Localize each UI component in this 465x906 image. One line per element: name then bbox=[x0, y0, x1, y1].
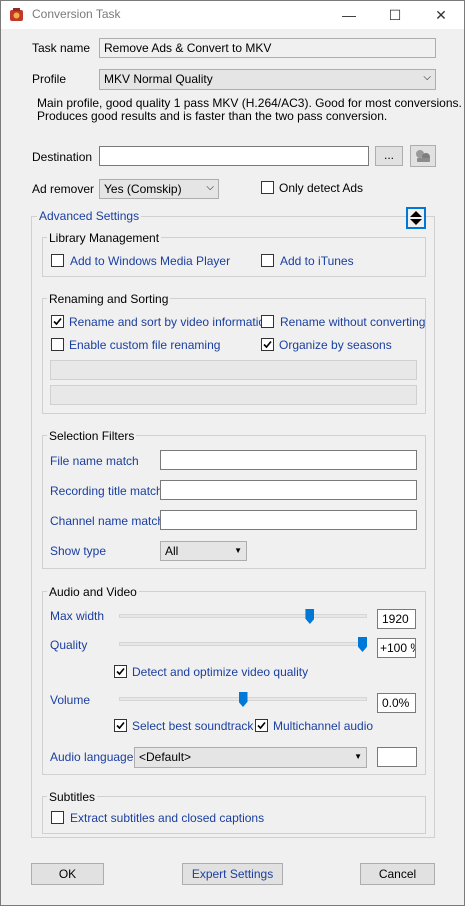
ad-remover-value: Yes (Comskip) bbox=[104, 182, 182, 196]
maximize-icon: ☐ bbox=[388, 7, 402, 23]
chevron-down-icon: ⌵ bbox=[206, 182, 214, 193]
organize-seasons-label: Organize by seasons bbox=[279, 338, 392, 352]
triangle-down-icon: ▼ bbox=[234, 546, 242, 555]
volume-value-field[interactable]: 0.0% bbox=[377, 693, 416, 713]
audio-language-label: Audio language bbox=[50, 750, 134, 764]
extract-subtitles-checkbox[interactable] bbox=[51, 811, 64, 824]
detect-optimize-label: Detect and optimize video quality bbox=[132, 665, 309, 679]
maximize-button[interactable]: ☐ bbox=[372, 1, 418, 29]
window-title: Conversion Task bbox=[32, 7, 121, 21]
profile-description-line1: Main profile, good quality 1 pass MKV (H… bbox=[37, 96, 462, 110]
custom-renaming-label: Enable custom file renaming bbox=[69, 338, 221, 352]
only-detect-ads-checkbox[interactable] bbox=[261, 181, 274, 194]
best-soundtrack-checkbox[interactable] bbox=[114, 719, 127, 732]
volume-label: Volume bbox=[50, 693, 91, 707]
ad-remover-label: Ad remover bbox=[32, 182, 95, 196]
destination-input[interactable] bbox=[99, 146, 369, 166]
checkmark-icon bbox=[53, 317, 62, 326]
close-button[interactable]: ✕ bbox=[418, 1, 464, 29]
triangle-down-icon: ▼ bbox=[354, 752, 362, 761]
task-name-field[interactable]: Remove Ads & Convert to MKV bbox=[99, 38, 436, 58]
add-itunes-label: Add to iTunes bbox=[280, 254, 354, 268]
rename-without-converting-label: Rename without converting bbox=[280, 315, 426, 329]
audio-language-code-field[interactable] bbox=[377, 747, 417, 767]
quality-label: Quality bbox=[50, 638, 88, 652]
detect-optimize-checkbox[interactable] bbox=[114, 665, 127, 678]
show-type-dropdown[interactable]: All ▼ bbox=[160, 541, 247, 561]
show-type-value: All bbox=[165, 544, 179, 558]
chevron-down-icon: ⌵ bbox=[423, 72, 431, 83]
checkmark-icon bbox=[116, 667, 125, 676]
profile-dropdown[interactable]: MKV Normal Quality ⌵ bbox=[99, 69, 436, 90]
advanced-settings-title: Advanced Settings bbox=[37, 209, 142, 223]
network-browse-button[interactable] bbox=[410, 145, 436, 167]
checkmark-icon bbox=[116, 721, 125, 730]
selection-filters-title: Selection Filters bbox=[47, 429, 137, 443]
audio-language-value: <Default> bbox=[139, 750, 192, 764]
minimize-icon: — bbox=[342, 7, 356, 23]
extract-subtitles-label: Extract subtitles and closed captions bbox=[70, 811, 265, 825]
add-wmp-label: Add to Windows Media Player bbox=[70, 254, 231, 268]
ad-remover-dropdown[interactable]: Yes (Comskip) ⌵ bbox=[99, 179, 219, 199]
recording-title-match-label: Recording title match bbox=[50, 484, 163, 498]
custom-rename-pattern-field-2[interactable] bbox=[50, 385, 417, 405]
quality-slider-track[interactable] bbox=[119, 642, 367, 646]
profile-label: Profile bbox=[32, 72, 67, 86]
close-icon: ✕ bbox=[435, 7, 447, 23]
profile-value: MKV Normal Quality bbox=[104, 72, 213, 86]
multichannel-audio-checkbox[interactable] bbox=[255, 719, 268, 732]
checkmark-icon bbox=[257, 721, 266, 730]
library-management-title: Library Management bbox=[47, 231, 162, 245]
checkmark-icon bbox=[263, 340, 272, 349]
max-width-value-field[interactable]: 1920 bbox=[377, 609, 416, 629]
app-icon bbox=[10, 8, 23, 21]
rename-sort-checkbox[interactable] bbox=[51, 315, 64, 328]
conversion-task-window: Conversion Task — ☐ ✕ Task name Remove A… bbox=[0, 0, 465, 906]
audio-language-dropdown[interactable]: <Default> ▼ bbox=[134, 747, 367, 768]
add-wmp-checkbox[interactable] bbox=[51, 254, 64, 267]
subtitles-title: Subtitles bbox=[47, 790, 98, 804]
rename-sort-label: Rename and sort by video information bbox=[69, 315, 272, 329]
destination-label: Destination bbox=[32, 150, 93, 164]
custom-rename-pattern-field[interactable] bbox=[50, 360, 417, 380]
cancel-button[interactable]: Cancel bbox=[360, 863, 435, 885]
renaming-sorting-title: Renaming and Sorting bbox=[47, 292, 171, 306]
file-name-match-input[interactable] bbox=[160, 450, 417, 470]
collapse-toggle-button[interactable] bbox=[406, 207, 426, 229]
max-width-slider-track[interactable] bbox=[119, 614, 367, 618]
recording-title-match-input[interactable] bbox=[160, 480, 417, 500]
browse-button[interactable]: ... bbox=[375, 146, 403, 166]
add-itunes-checkbox[interactable] bbox=[261, 254, 274, 267]
minimize-button[interactable]: — bbox=[326, 1, 372, 29]
rename-without-converting-checkbox[interactable] bbox=[261, 315, 274, 328]
task-name-label: Task name bbox=[32, 41, 91, 55]
ok-button[interactable]: OK bbox=[31, 863, 104, 885]
title-bar[interactable]: Conversion Task — ☐ ✕ bbox=[1, 1, 464, 29]
only-detect-ads-label: Only detect Ads bbox=[279, 181, 364, 195]
profile-description-line2: Produces good results and is faster than… bbox=[37, 109, 388, 123]
expert-settings-button[interactable]: Expert Settings bbox=[182, 863, 283, 885]
max-width-label: Max width bbox=[50, 609, 105, 623]
multichannel-audio-label: Multichannel audio bbox=[273, 719, 374, 733]
channel-name-match-input[interactable] bbox=[160, 510, 417, 530]
audio-video-title: Audio and Video bbox=[47, 585, 139, 599]
collapse-expand-icon bbox=[410, 211, 422, 225]
show-type-label: Show type bbox=[50, 544, 107, 558]
channel-name-match-label: Channel name match bbox=[50, 514, 165, 528]
network-folder-icon bbox=[416, 150, 430, 162]
file-name-match-label: File name match bbox=[50, 454, 139, 468]
custom-renaming-checkbox[interactable] bbox=[51, 338, 64, 351]
organize-seasons-checkbox[interactable] bbox=[261, 338, 274, 351]
best-soundtrack-label: Select best soundtrack bbox=[132, 719, 254, 733]
quality-value-field[interactable]: +100 % bbox=[377, 638, 416, 658]
